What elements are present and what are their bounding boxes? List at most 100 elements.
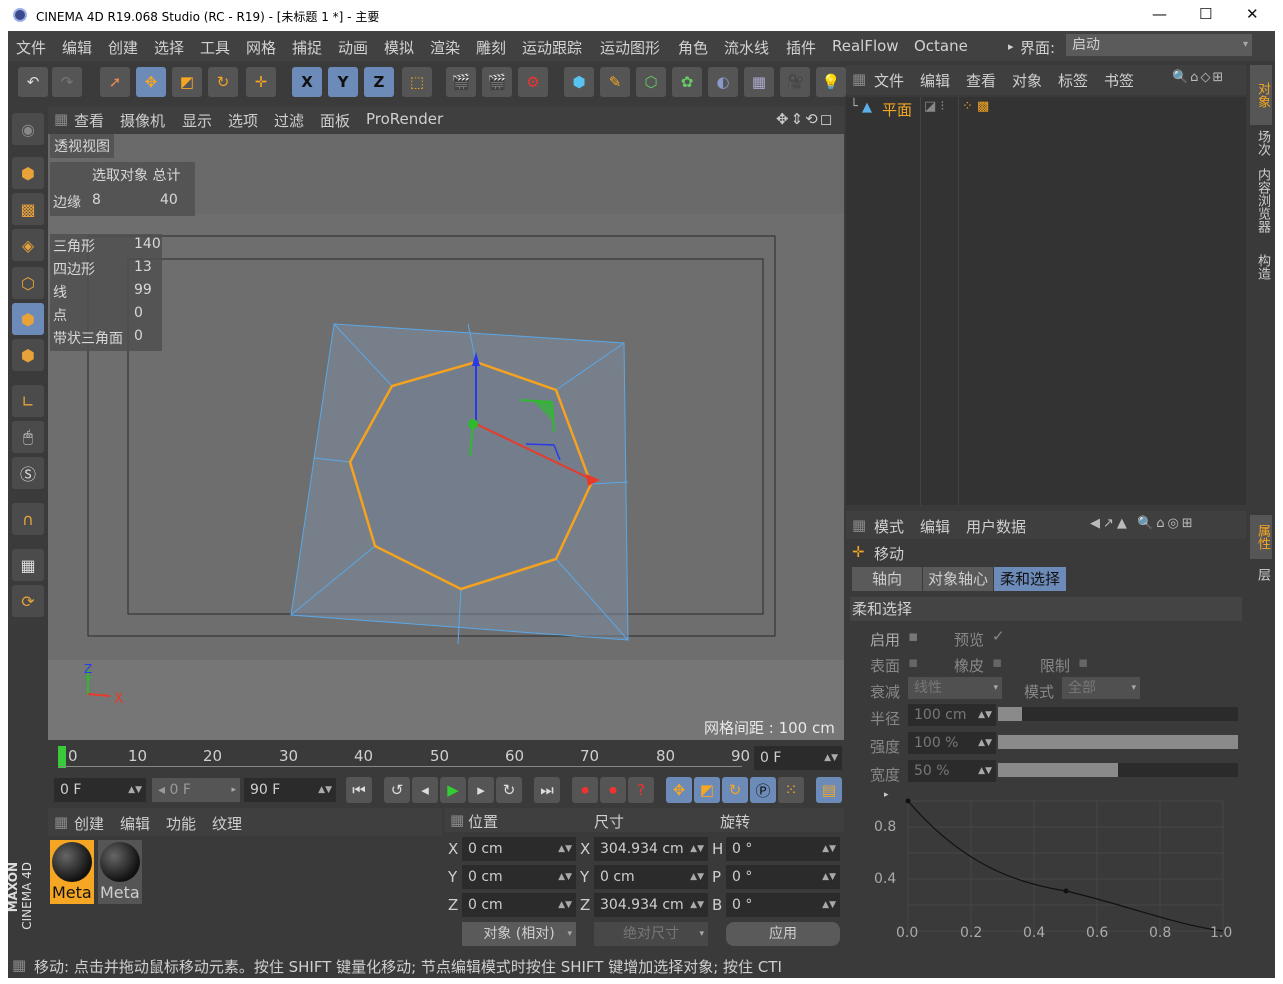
tab-objects[interactable]: 对象 <box>1250 65 1272 125</box>
position-z-field[interactable]: 0 cm ▲▼ <box>462 893 576 917</box>
strength-slider[interactable] <box>998 735 1238 749</box>
radius-slider[interactable] <box>998 707 1238 721</box>
keyframe-selection-icon[interactable]: ? <box>628 777 654 803</box>
menu-motion-tracking[interactable]: 运动跟踪 <box>522 37 582 58</box>
texture-mode-icon[interactable]: ▩ <box>12 193 44 225</box>
viewport-menu-display[interactable]: 显示 <box>182 110 212 131</box>
next-frame-icon[interactable]: ▸ <box>468 777 494 803</box>
move-tool-icon[interactable]: ✥ <box>136 67 166 97</box>
render-picture-viewer-icon[interactable]: 🎬 <box>482 67 512 97</box>
end-frame-field[interactable]: 90 F ▲▼ <box>244 778 336 802</box>
workplane-mode-icon[interactable]: ◈ <box>12 229 44 261</box>
object-toolbar-icons[interactable]: 🔍⌂◇⊞ <box>1172 70 1225 85</box>
viewport-menu-prorender[interactable]: ProRender <box>366 110 443 128</box>
playhead-marker[interactable] <box>58 746 66 768</box>
tweak-mode-icon[interactable]: 🖱 <box>12 421 44 453</box>
render-view-icon[interactable]: 🎬 <box>446 67 476 97</box>
menu-overflow-icon[interactable]: ▸ <box>1008 40 1014 53</box>
y-axis-lock-icon[interactable]: Y <box>328 67 358 97</box>
tab-content-browser[interactable]: 内容浏览器 <box>1250 161 1272 239</box>
tab-layers[interactable]: 层 <box>1250 563 1272 585</box>
viewport-nav-icons[interactable]: ✥⇕⟲◻ <box>776 110 834 128</box>
menu-character[interactable]: 角色 <box>678 37 708 58</box>
menu-mesh[interactable]: 网格 <box>246 37 276 58</box>
surface-checkbox[interactable]: ▪ <box>908 653 918 671</box>
object-menu-bookmarks[interactable]: 书签 <box>1104 70 1134 91</box>
tab-structure[interactable]: 构造 <box>1250 247 1272 287</box>
auto-keying-icon[interactable]: ⏺ <box>600 777 626 803</box>
rubber-checkbox[interactable]: ▪ <box>992 653 1002 671</box>
menu-tools[interactable]: 工具 <box>200 37 230 58</box>
go-to-start-icon[interactable]: ⏮ <box>346 777 372 803</box>
undo-icon[interactable]: ↶ <box>18 67 48 97</box>
radius-field[interactable]: 100 cm ▲▼ <box>908 704 996 726</box>
width-slider[interactable] <box>998 763 1238 777</box>
menu-pipeline[interactable]: 流水线 <box>724 37 769 58</box>
material-menu-texture[interactable]: 纹理 <box>212 813 242 834</box>
menu-plugins[interactable]: 插件 <box>786 37 816 58</box>
go-to-end-icon[interactable]: ⏭ <box>534 777 560 803</box>
deformer-icon[interactable]: ◐ <box>708 67 738 97</box>
layout-select[interactable]: 启动 ▾ <box>1066 34 1252 56</box>
key-parameter-icon[interactable]: Ⓟ <box>750 777 776 803</box>
edges-mode-icon[interactable]: ⬢ <box>12 303 44 335</box>
tab-takes[interactable]: 场次 <box>1250 129 1272 157</box>
size-x-field[interactable]: 304.934 cm ▲▼ <box>594 837 708 861</box>
key-scale-icon[interactable]: ◩ <box>694 777 720 803</box>
tab-attributes[interactable]: 属性 <box>1250 515 1272 559</box>
timeline-ruler[interactable]: 0 10 20 30 40 50 60 70 80 90 0 F ▲▼ <box>48 742 844 774</box>
visibility-dots-icon[interactable]: ◪ ⁝ <box>924 99 945 114</box>
render-settings-icon[interactable]: ⚙ <box>518 67 548 97</box>
menu-select[interactable]: 选择 <box>154 37 184 58</box>
floor-icon[interactable]: ▦ <box>744 67 774 97</box>
width-field[interactable]: 50 % ▲▼ <box>908 760 996 782</box>
viewport-menu-view[interactable]: 查看 <box>74 110 104 131</box>
play-icon[interactable]: ▶ <box>440 777 466 803</box>
menu-edit[interactable]: 编辑 <box>62 37 92 58</box>
material-tag-icon[interactable]: ⁘ ▩ <box>962 99 989 114</box>
size-z-field[interactable]: 304.934 cm ▲▼ <box>594 893 708 917</box>
viewport-menu-panel[interactable]: 面板 <box>320 110 350 131</box>
current-frame-field[interactable]: 0 F ▲▼ <box>754 746 842 770</box>
minimize-button[interactable]: — <box>1152 5 1167 23</box>
material-menu-edit[interactable]: 编辑 <box>120 813 150 834</box>
rotation-b-field[interactable]: 0 ° ▲▼ <box>726 893 840 917</box>
object-menu-tags[interactable]: 标签 <box>1058 70 1088 91</box>
workplane-lock-icon[interactable]: ▦ <box>12 549 44 581</box>
tab-object-axis[interactable]: 对象轴心 <box>923 567 993 591</box>
pen-spline-icon[interactable]: ✎ <box>600 67 630 97</box>
light-icon[interactable]: 💡 <box>816 67 846 97</box>
axis-mode-icon[interactable]: ∟ <box>12 385 44 417</box>
previous-key-icon[interactable]: ↺ <box>384 777 410 803</box>
preview-checkbox[interactable]: ✓ <box>992 627 1005 645</box>
recent-tool-icon[interactable]: ✛ <box>246 67 276 97</box>
record-keys-icon[interactable]: ⏺ <box>572 777 598 803</box>
polygons-mode-icon[interactable]: ⬢ <box>12 339 44 371</box>
menu-render[interactable]: 渲染 <box>430 37 460 58</box>
material-swatch-meta-2[interactable]: Meta <box>98 840 142 904</box>
falloff-select[interactable]: 线性 ▾ <box>908 677 1002 699</box>
x-axis-lock-icon[interactable]: X <box>292 67 322 97</box>
object-menu-objects[interactable]: 对象 <box>1012 70 1042 91</box>
object-menu-file[interactable]: 文件 <box>874 70 904 91</box>
menu-file[interactable]: 文件 <box>16 37 46 58</box>
falloff-curve-editor[interactable]: ▸ 0.8 0.4 0.0 0.2 0.4 0.6 0.8 1.0 <box>874 787 1242 947</box>
preview-range-slider[interactable]: ◂ 0 F ▸ <box>152 778 240 802</box>
tab-soft-selection[interactable]: 柔和选择 <box>994 567 1066 591</box>
key-position-icon[interactable]: ✥ <box>666 777 692 803</box>
viewport-menu-options[interactable]: 选项 <box>228 110 258 131</box>
viewport-menu-filter[interactable]: 过滤 <box>274 110 304 131</box>
camera-icon[interactable]: 🎥 <box>780 67 810 97</box>
live-select-icon[interactable]: ➚ <box>100 67 130 97</box>
menu-realflow[interactable]: RealFlow <box>832 37 899 55</box>
position-x-field[interactable]: 0 cm ▲▼ <box>462 837 576 861</box>
start-frame-field[interactable]: 0 F ▲▼ <box>54 778 146 802</box>
mode-select[interactable]: 全部 ▾ <box>1062 677 1140 699</box>
maximize-button[interactable]: ☐ <box>1199 5 1212 23</box>
z-axis-lock-icon[interactable]: Z <box>364 67 394 97</box>
perspective-viewport[interactable]: Z Y X 透视视图 选取对象 总计 边缘 8 40 三角形 140 四边形 13 … <box>48 134 844 740</box>
key-pla-icon[interactable]: ⁙ <box>778 777 804 803</box>
attribute-menu-mode[interactable]: 模式 <box>874 516 904 537</box>
menu-simulate[interactable]: 模拟 <box>384 37 414 58</box>
timeline-window-icon[interactable]: ▤ <box>816 777 842 803</box>
